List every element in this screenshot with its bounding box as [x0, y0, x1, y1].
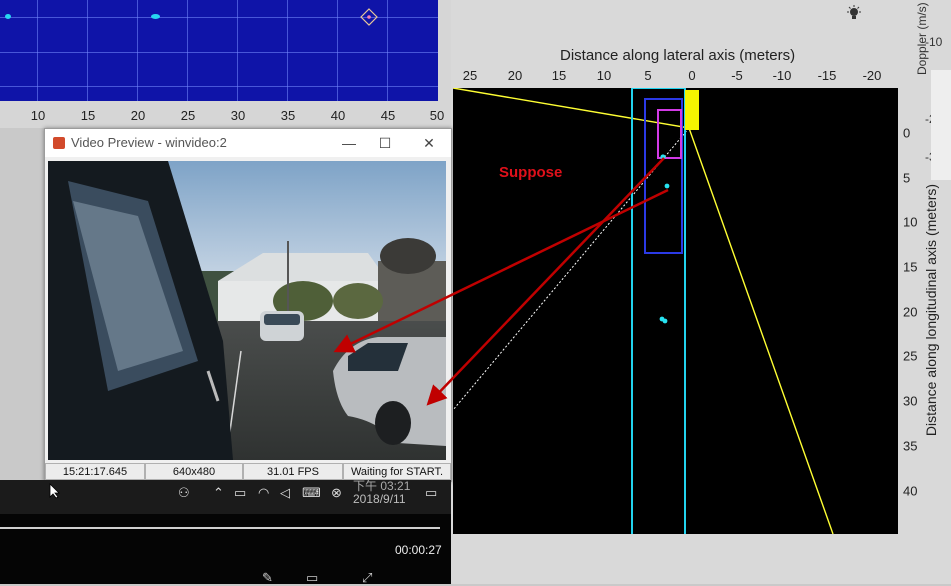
x-tick: 45 [380, 108, 396, 123]
x-axis-title: Distance along lateral axis (meters) [560, 47, 796, 64]
status-resolution: 640x480 [145, 463, 243, 480]
y-tick: 35 [903, 438, 918, 454]
doppler-plot-area [0, 0, 438, 101]
y-axis-title: Distance along longitudinal axis (meters… [923, 183, 939, 437]
matlab-icon [53, 137, 65, 149]
window-title: Video Preview - winvideo:2 [71, 135, 227, 150]
y-tick: 30 [903, 393, 918, 409]
x-tick: 15 [551, 68, 567, 83]
x-tick: -20 [862, 68, 882, 83]
detection-dot [5, 14, 11, 19]
seek-bar[interactable] [0, 527, 440, 529]
close-circle-icon[interactable]: ⊗ [331, 485, 342, 501]
media-player [0, 514, 451, 584]
y-tick: 10 [903, 214, 918, 230]
camera-frame [48, 161, 446, 460]
video-preview-window[interactable]: Video Preview - winvideo:2 — ☐ ✕ 15:21:1… [44, 128, 452, 482]
x-tick: 30 [230, 108, 246, 123]
volume-icon[interactable]: ◁ [280, 485, 290, 501]
maximize-button[interactable]: ☐ [365, 131, 405, 155]
y-tick: 0 [903, 125, 911, 141]
x-tick: 25 [180, 108, 196, 123]
ego-vehicle [685, 90, 699, 130]
x-tick: -15 [817, 68, 837, 83]
close-button[interactable]: ✕ [409, 131, 449, 155]
coverage-line [688, 127, 834, 534]
doppler-tick: -10 [925, 35, 943, 49]
y-tick: 40 [903, 483, 918, 499]
y-tick: 25 [903, 348, 918, 364]
mouse-cursor-icon [49, 483, 60, 499]
notification-icon[interactable]: ▭ [425, 485, 437, 501]
x-tick: 20 [507, 68, 523, 83]
detection-dot [664, 183, 670, 189]
birdseye-plot-area [453, 88, 898, 534]
x-tick: 40 [330, 108, 346, 123]
x-tick: 5 [644, 68, 652, 83]
x-tick: 35 [280, 108, 296, 123]
detection-dot [151, 14, 160, 19]
battery-icon[interactable]: ▭ [234, 485, 246, 501]
chevron-up-icon[interactable]: ⌃ [213, 485, 224, 501]
wifi-icon[interactable]: ◠ [258, 485, 269, 501]
x-tick: 10 [596, 68, 612, 83]
status-timestamp: 15:21:17.645 [45, 463, 145, 480]
x-tick: -5 [731, 68, 743, 83]
x-tick: 0 [688, 68, 696, 83]
birdseye-plot-svg [453, 88, 834, 534]
y-tick: 15 [903, 259, 918, 275]
window-titlebar[interactable]: Video Preview - winvideo:2 — ☐ ✕ [45, 129, 451, 157]
x-tick: -10 [772, 68, 792, 83]
track-marker-icon [360, 8, 378, 26]
x-tick: 15 [80, 108, 96, 123]
people-icon[interactable]: ⚇ [178, 485, 190, 501]
coverage-line [453, 127, 690, 411]
annotation-text: Suppose [499, 164, 563, 181]
lightbulb-icon[interactable] [846, 5, 862, 21]
grid-line [0, 52, 438, 53]
timecode: 00:00:27 [395, 543, 442, 557]
clock-date[interactable]: 2018/9/11 [353, 492, 406, 506]
parking-lot-scene [48, 161, 446, 460]
x-tick: 10 [30, 108, 46, 123]
grid-line [0, 86, 438, 87]
status-fps: 31.01 FPS [243, 463, 343, 480]
y-tick: 5 [903, 170, 911, 186]
doppler-plot-panel: 10 15 20 25 30 35 40 45 50 [0, 0, 451, 128]
x-tick: 50 [429, 108, 445, 123]
coverage-line [453, 88, 690, 129]
detection-dot [660, 154, 666, 160]
detection-dot [662, 318, 668, 324]
x-tick: 25 [462, 68, 478, 83]
y-tick: 20 [903, 304, 918, 320]
minimize-button[interactable]: — [329, 131, 369, 155]
keyboard-icon[interactable]: ⌨ [302, 485, 321, 501]
x-tick: 20 [130, 108, 146, 123]
colorbar [931, 70, 951, 180]
